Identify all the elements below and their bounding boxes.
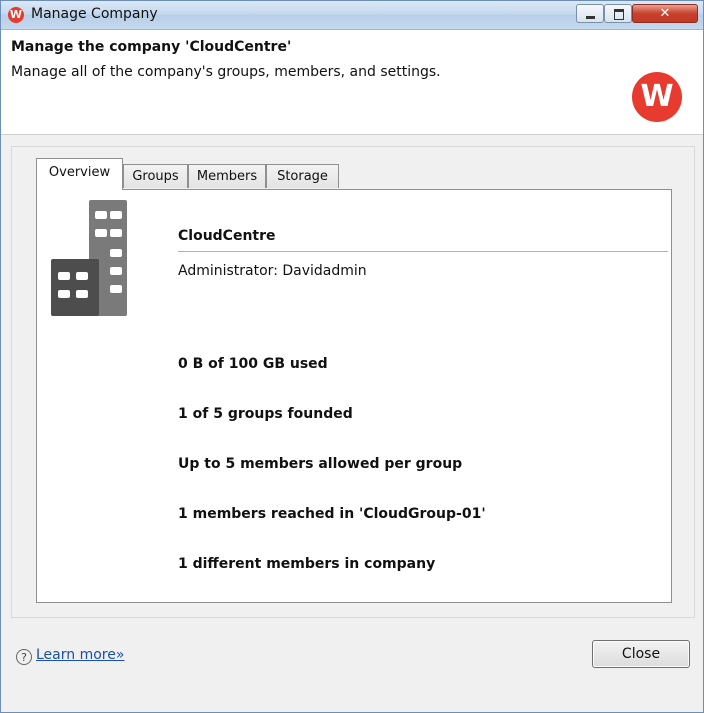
title-bar[interactable]: W Manage Company ✕ xyxy=(1,1,703,30)
dialog-footer: ? Learn more» Close xyxy=(1,627,703,712)
tab-groups[interactable]: Groups xyxy=(123,164,188,188)
content-area: Overview Groups Members Storage CloudCen… xyxy=(11,146,695,618)
building-front xyxy=(51,259,99,316)
help-icon[interactable]: ? xyxy=(16,649,32,665)
maximize-button[interactable] xyxy=(604,4,632,23)
minimize-button[interactable] xyxy=(576,4,604,23)
maximize-icon xyxy=(614,9,624,20)
header-subtitle: Manage all of the company's groups, memb… xyxy=(11,64,441,80)
overview-panel: CloudCentre Administrator: Davidadmin 0 … xyxy=(36,189,672,603)
window-title: Manage Company xyxy=(31,6,158,22)
members-reached-stat: 1 members reached in 'CloudGroup-01' xyxy=(178,506,486,522)
divider xyxy=(178,251,668,252)
dialog-header: Manage the company 'CloudCentre' Manage … xyxy=(1,30,703,135)
manage-company-dialog: W Manage Company ✕ Manage the company 'C… xyxy=(0,0,704,713)
minimize-icon xyxy=(586,16,595,19)
close-icon: ✕ xyxy=(659,6,671,21)
company-name: CloudCentre xyxy=(178,228,276,244)
storage-usage-stat: 0 B of 100 GB used xyxy=(178,356,328,372)
learn-more-link[interactable]: Learn more» xyxy=(36,647,124,663)
close-window-button[interactable]: ✕ xyxy=(632,4,698,23)
tab-overview[interactable]: Overview xyxy=(36,158,123,190)
brand-logo-icon: W xyxy=(632,72,682,122)
app-logo-icon: W xyxy=(8,7,24,23)
close-button[interactable]: Close xyxy=(592,640,690,668)
tab-members[interactable]: Members xyxy=(188,164,266,188)
members-per-group-stat: Up to 5 members allowed per group xyxy=(178,456,463,472)
groups-founded-stat: 1 of 5 groups founded xyxy=(178,406,353,422)
administrator-label: Administrator: Davidadmin xyxy=(178,263,367,279)
tab-storage[interactable]: Storage xyxy=(266,164,339,188)
company-members-stat: 1 different members in company xyxy=(178,556,436,572)
header-title: Manage the company 'CloudCentre' xyxy=(11,39,292,55)
